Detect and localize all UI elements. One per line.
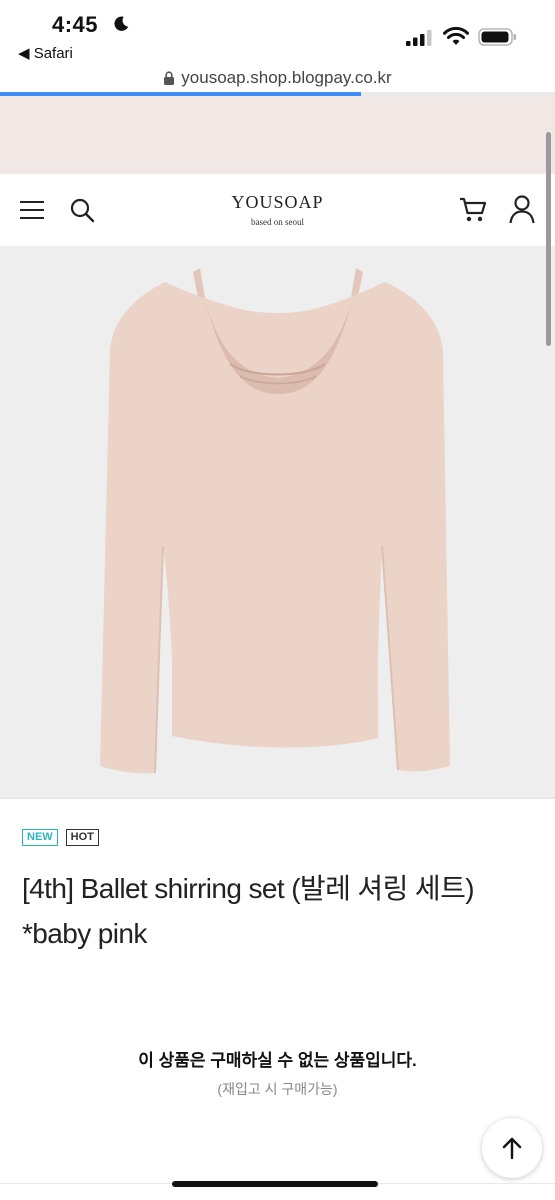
- site-header: YOUSOAP based on seoul: [0, 174, 555, 247]
- cart-icon[interactable]: [458, 196, 488, 224]
- status-bar: 4:45 ◀ Safari: [0, 0, 555, 66]
- cellular-signal-icon: [406, 30, 432, 46]
- top-banner: [0, 96, 555, 174]
- back-to-app-link[interactable]: ◀ Safari: [18, 44, 73, 62]
- status-time: 4:45: [52, 12, 99, 37]
- page-scrollbar[interactable]: [546, 132, 551, 346]
- address-bar[interactable]: yousoap.shop.blogpay.co.kr: [0, 66, 555, 92]
- product-image[interactable]: [0, 246, 555, 799]
- hot-badge: HOT: [65, 829, 99, 846]
- product-title: [4th] Ballet shirring set (발레 셔링 세트) *ba…: [22, 873, 475, 949]
- url-text: yousoap.shop.blogpay.co.kr: [181, 68, 392, 87]
- arrow-up-icon: [502, 1137, 522, 1160]
- product-badges: NEW HOT: [22, 829, 99, 846]
- lock-icon: [164, 71, 175, 85]
- product-photo-top: [100, 268, 450, 774]
- user-icon[interactable]: [508, 194, 536, 224]
- unavailable-notice: 이 상품은 구매하실 수 없는 상품입니다.: [138, 1051, 417, 1070]
- battery-icon: [478, 28, 516, 46]
- moon-icon: [114, 16, 129, 31]
- restock-note: (재입고 시 구매가능): [217, 1081, 338, 1097]
- home-indicator[interactable]: [172, 1181, 378, 1187]
- new-badge: NEW: [22, 829, 58, 846]
- wifi-icon: [443, 26, 469, 45]
- scroll-top-button[interactable]: [482, 1118, 542, 1178]
